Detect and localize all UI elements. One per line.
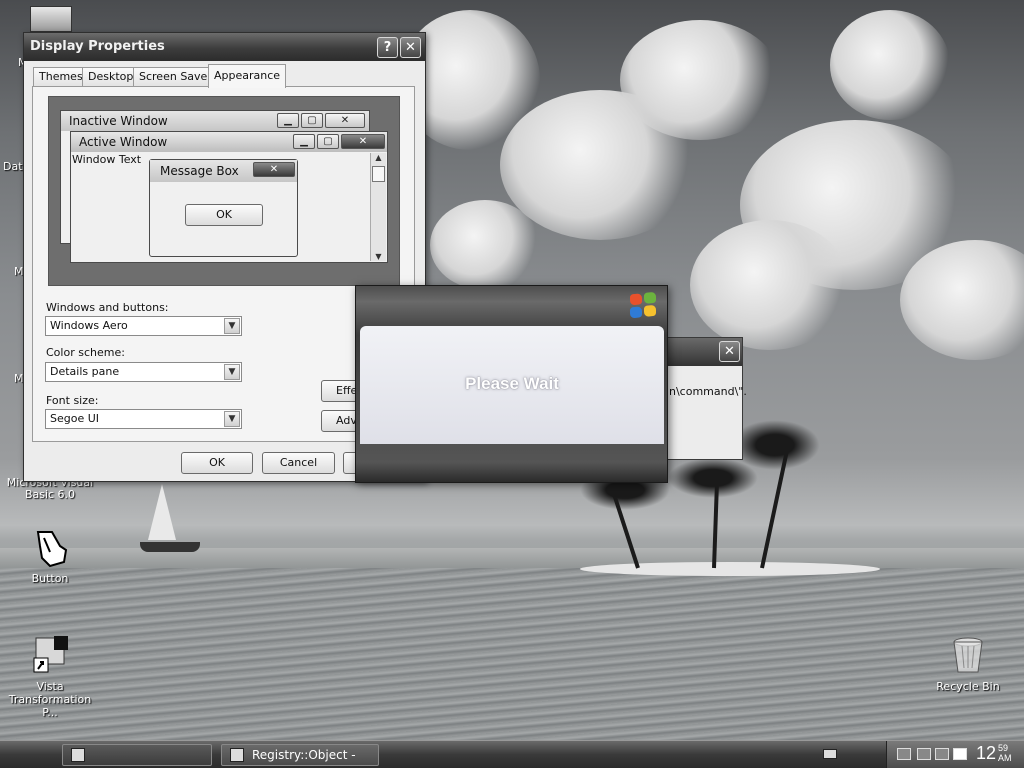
sea <box>0 568 1024 740</box>
preview-active-title: Active Window <box>71 132 387 152</box>
application-icon <box>230 748 244 762</box>
desktop-icon-label: Basic 6.0 <box>24 488 76 501</box>
palm-leaves <box>730 420 820 470</box>
window-title: Display Properties <box>30 39 165 54</box>
scroll-down-icon: ▼ <box>375 252 382 261</box>
close-button[interactable]: ✕ <box>719 341 740 362</box>
clock-minutes-ampm: 59 AM <box>998 743 1012 763</box>
minimize-icon: ▁ <box>277 113 299 128</box>
keyboard-icon[interactable] <box>823 749 837 759</box>
cancel-button[interactable]: Cancel <box>262 452 335 474</box>
font-size-select[interactable]: Segoe UI ▼ <box>45 409 242 429</box>
clock-ampm: AM <box>998 753 1012 763</box>
scroll-thumb <box>372 166 385 182</box>
preview-window-text: Window Text <box>72 153 142 166</box>
taskbar-button-label: Registry::Object - Error <box>252 748 356 762</box>
volume-icon[interactable] <box>917 748 931 760</box>
desktop-icon-label: Recycle Bin <box>936 680 1000 693</box>
scroll-up-icon: ▲ <box>375 153 382 162</box>
desktop-icon-label: Button <box>31 572 69 585</box>
tab-themes[interactable]: Themes <box>33 67 89 87</box>
desktop-icon-vista-transformation[interactable]: Vista Transformation P... <box>0 636 100 719</box>
color-scheme-label: Color scheme: <box>46 346 125 359</box>
window-titlebar[interactable]: Display Properties <box>24 33 425 61</box>
security-icon[interactable] <box>935 748 949 760</box>
desktop-icon-label: Vista <box>36 680 64 693</box>
application-icon <box>71 748 85 762</box>
tab-screen-saver[interactable]: Screen Saver <box>133 67 218 87</box>
desktop-icon-computer[interactable] <box>30 6 72 32</box>
clock[interactable]: 12 59 AM <box>976 743 1012 764</box>
font-size-value: Segoe UI <box>50 412 100 425</box>
help-button[interactable]: ? <box>377 37 398 58</box>
desktop-icon-recycle-bin[interactable]: Recycle Bin <box>918 636 1018 693</box>
chevron-down-icon[interactable]: ▼ <box>224 364 240 380</box>
cloud <box>430 200 540 290</box>
preview-message-box: Message Box ✕ OK <box>149 159 298 257</box>
close-icon: ✕ <box>325 113 365 128</box>
cloud <box>830 10 950 120</box>
please-wait-dialog: Please Wait <box>355 285 668 483</box>
please-wait-message: Please Wait <box>465 374 559 393</box>
ok-button[interactable]: OK <box>181 452 253 474</box>
clock-hour: 12 <box>976 743 997 763</box>
display-icon[interactable] <box>953 748 967 760</box>
windows-and-buttons-value: Windows Aero <box>50 319 128 332</box>
recycle-bin-icon <box>948 636 988 676</box>
island <box>580 562 880 576</box>
desktop-icon-button[interactable]: Button <box>0 528 100 585</box>
windows-and-buttons-label: Windows and buttons: <box>46 301 169 314</box>
sailboat-hull <box>140 542 200 552</box>
chevron-down-icon[interactable]: ▼ <box>224 318 240 334</box>
windows-and-buttons-select[interactable]: Windows Aero ▼ <box>45 316 242 336</box>
windows-logo-icon <box>630 291 658 321</box>
preview-ok-button: OK <box>185 204 263 226</box>
minimize-icon: ▁ <box>293 134 315 149</box>
tab-appearance[interactable]: Appearance <box>208 64 287 88</box>
error-message-text: n\command\". <box>669 385 747 398</box>
taskbar-button-app[interactable] <box>62 744 212 766</box>
chevron-down-icon[interactable]: ▼ <box>224 411 240 427</box>
maximize-icon: ▢ <box>301 113 323 128</box>
cloud <box>620 20 780 140</box>
color-scheme-value: Details pane <box>50 365 120 378</box>
sailboat-sail <box>148 484 176 540</box>
tab-desktop[interactable]: Desktop <box>82 67 140 87</box>
palm-leaves <box>668 458 758 498</box>
shortcut-icon <box>30 636 70 676</box>
maximize-icon: ▢ <box>317 134 339 149</box>
close-icon: ✕ <box>341 134 385 149</box>
close-icon: ✕ <box>253 162 295 177</box>
preview-scrollbar: ▲ ▼ <box>370 153 386 261</box>
taskbar-button-registry-error[interactable]: Registry::Object - Error <box>221 744 379 766</box>
font-size-label: Font size: <box>46 394 99 407</box>
close-button[interactable]: ✕ <box>400 37 421 58</box>
taskbar: Registry::Object - Error 12 59 AM <box>0 740 1024 768</box>
hand-pointer-icon <box>30 528 70 568</box>
please-wait-content: Please Wait <box>360 326 664 444</box>
network-icon[interactable] <box>897 748 911 760</box>
clock-minutes: 59 <box>998 743 1009 753</box>
color-scheme-select[interactable]: Details pane ▼ <box>45 362 242 382</box>
cloud <box>690 220 850 350</box>
desktop-icon-label: Transformation P... <box>8 693 92 719</box>
